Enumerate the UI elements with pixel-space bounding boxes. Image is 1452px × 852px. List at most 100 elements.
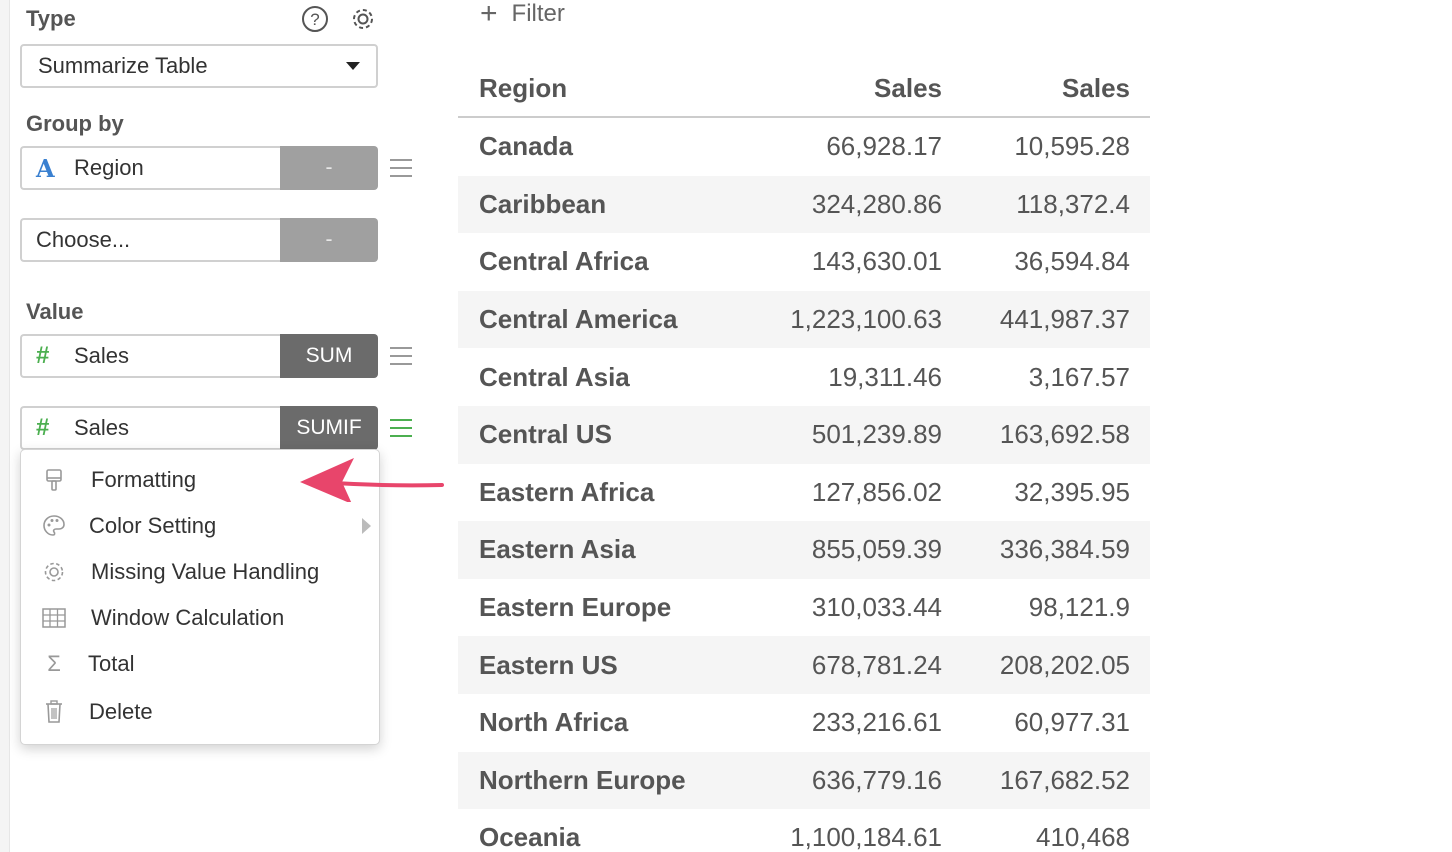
plus-icon: + bbox=[480, 0, 498, 30]
menu-label: Total bbox=[88, 651, 135, 676]
table-row: Central US 501,239.89 163,692.58 bbox=[458, 405, 1150, 464]
table-row: Eastern Asia 855,059.39 336,384.59 bbox=[458, 521, 1150, 579]
value-column-select-2[interactable]: # Sales bbox=[20, 406, 280, 450]
table-row: Oceania 1,100,184.61 410,468 bbox=[458, 809, 1150, 852]
text-type-icon: A bbox=[36, 153, 55, 183]
cell-sales-sumif: 118,372.4 bbox=[1016, 188, 1130, 219]
menu-label: Missing Value Handling bbox=[91, 559, 320, 584]
menu-label: Delete bbox=[89, 699, 153, 724]
cell-sales-sum: 19,311.46 bbox=[828, 361, 942, 392]
group-by-field-choose: Choose... - bbox=[20, 218, 378, 262]
cell-sales-sumif: 167,682.52 bbox=[999, 764, 1130, 795]
cell-region: Central America bbox=[479, 304, 678, 335]
value-label: Value bbox=[26, 299, 84, 324]
cell-sales-sum: 1,100,184.61 bbox=[790, 822, 942, 852]
column-header-sales-sum[interactable]: Sales bbox=[748, 73, 942, 104]
table-grid-icon bbox=[41, 605, 67, 631]
cell-sales-sum: 233,216.61 bbox=[811, 707, 942, 738]
menu-item-delete[interactable]: Delete bbox=[21, 692, 381, 732]
cell-sales-sum: 66,928.17 bbox=[826, 131, 942, 162]
palette-icon bbox=[41, 513, 67, 539]
value-menu-icon-active[interactable] bbox=[390, 419, 412, 437]
group-by-choose-select[interactable]: Choose... bbox=[20, 218, 280, 262]
sigma-icon: Σ bbox=[47, 651, 61, 676]
cell-region: Eastern Asia bbox=[479, 534, 636, 565]
remove-group-by-button[interactable]: - bbox=[280, 146, 378, 190]
column-header-sales-sumif[interactable]: Sales bbox=[942, 73, 1130, 104]
menu-item-total[interactable]: Σ Total bbox=[21, 644, 381, 684]
table-header: Region Sales Sales bbox=[458, 60, 1150, 118]
cell-sales-sumif: 10,595.28 bbox=[1014, 131, 1130, 162]
chevron-down-icon bbox=[346, 62, 360, 70]
group-by-menu-icon[interactable] bbox=[390, 159, 412, 177]
cell-region: Oceania bbox=[479, 822, 581, 852]
value-field-sales-sum: # Sales SUM bbox=[20, 334, 378, 378]
numeric-type-icon: # bbox=[36, 414, 50, 441]
cell-sales-sum: 678,781.24 bbox=[811, 649, 942, 680]
chevron-right-icon bbox=[362, 518, 371, 534]
menu-label: Window Calculation bbox=[91, 605, 285, 630]
cell-sales-sumif: 98,121.9 bbox=[1028, 592, 1130, 623]
add-filter-button[interactable]: + Filter bbox=[480, 0, 565, 30]
cell-region: North Africa bbox=[479, 707, 629, 738]
group-by-choose-placeholder: Choose... bbox=[36, 227, 131, 252]
cell-region: Eastern Africa bbox=[479, 476, 655, 507]
left-edge-strip bbox=[0, 0, 10, 852]
cell-sales-sum: 501,239.89 bbox=[811, 419, 942, 450]
column-header-region[interactable]: Region bbox=[458, 73, 748, 104]
cell-sales-sum: 324,280.86 bbox=[811, 188, 942, 219]
menu-item-window-calculation[interactable]: Window Calculation bbox=[21, 598, 381, 638]
menu-item-color-setting[interactable]: Color Setting bbox=[21, 506, 381, 546]
value-menu-icon[interactable] bbox=[390, 347, 412, 365]
type-label: Type bbox=[26, 6, 76, 31]
table-row: Central America 1,223,100.63 441,987.37 bbox=[458, 290, 1150, 349]
table-row: Eastern Africa 127,856.02 32,395.95 bbox=[458, 464, 1150, 522]
value-field-sales-sumif: # Sales SUMIF bbox=[20, 406, 378, 450]
menu-item-missing-value-handling[interactable]: Missing Value Handling bbox=[21, 552, 381, 592]
cell-sales-sum: 310,033.44 bbox=[811, 592, 942, 623]
cell-sales-sum: 855,059.39 bbox=[811, 534, 942, 565]
summary-table: Region Sales Sales Canada 66,928.17 10,595… bbox=[458, 60, 1150, 852]
numeric-type-icon: # bbox=[36, 342, 50, 369]
table-row: Eastern Europe 310,033.44 98,121.9 bbox=[458, 579, 1150, 637]
group-by-field-region: A Region - bbox=[20, 146, 378, 190]
help-icon[interactable]: ? bbox=[300, 4, 330, 34]
cell-sales-sumif: 3,167.57 bbox=[1028, 361, 1130, 392]
aggregation-button-sumif[interactable]: SUMIF bbox=[280, 406, 378, 450]
cell-sales-sumif: 163,692.58 bbox=[999, 419, 1130, 450]
gear-icon bbox=[41, 559, 67, 585]
cell-sales-sumif: 36,594.84 bbox=[1014, 246, 1130, 277]
cell-region: Central Asia bbox=[479, 361, 630, 392]
svg-text:?: ? bbox=[310, 10, 319, 29]
remove-group-by-button-2[interactable]: - bbox=[280, 218, 378, 262]
settings-gear-icon[interactable] bbox=[348, 4, 378, 34]
cell-sales-sum: 636,779.16 bbox=[811, 764, 942, 795]
table-row: Central Africa 143,630.01 36,594.84 bbox=[458, 233, 1150, 291]
value-column-name-2: Sales bbox=[74, 415, 130, 440]
cell-sales-sumif: 32,395.95 bbox=[1014, 476, 1130, 507]
cell-sales-sumif: 208,202.05 bbox=[999, 649, 1130, 680]
cell-region: Northern Europe bbox=[479, 764, 686, 795]
cell-sales-sum: 143,630.01 bbox=[811, 246, 942, 277]
group-by-column-select[interactable]: A Region bbox=[20, 146, 280, 190]
cell-region: Central Africa bbox=[479, 246, 649, 277]
cell-region: Canada bbox=[479, 131, 573, 162]
cell-sales-sumif: 336,384.59 bbox=[999, 534, 1130, 565]
table-row: Canada 66,928.17 10,595.28 bbox=[458, 118, 1150, 176]
value-column-select[interactable]: # Sales bbox=[20, 334, 280, 378]
cell-sales-sum: 1,223,100.63 bbox=[790, 304, 942, 335]
cell-sales-sum: 127,856.02 bbox=[811, 476, 942, 507]
trash-icon bbox=[41, 699, 67, 725]
menu-label: Color Setting bbox=[89, 513, 217, 538]
menu-label: Formatting bbox=[91, 467, 197, 492]
cell-region: Caribbean bbox=[479, 188, 607, 219]
cell-sales-sumif: 410,468 bbox=[1036, 822, 1130, 852]
table-body: Canada 66,928.17 10,595.28 Caribbean 324,280… bbox=[458, 118, 1150, 852]
aggregation-button-sum[interactable]: SUM bbox=[280, 334, 378, 378]
paint-brush-icon bbox=[41, 467, 67, 493]
cell-region: Eastern Europe bbox=[479, 592, 672, 623]
type-select[interactable]: Summarize Table bbox=[20, 44, 378, 88]
value-column-name: Sales bbox=[74, 343, 130, 368]
group-by-label: Group by bbox=[26, 111, 124, 136]
cell-sales-sumif: 441,987.37 bbox=[999, 304, 1130, 335]
